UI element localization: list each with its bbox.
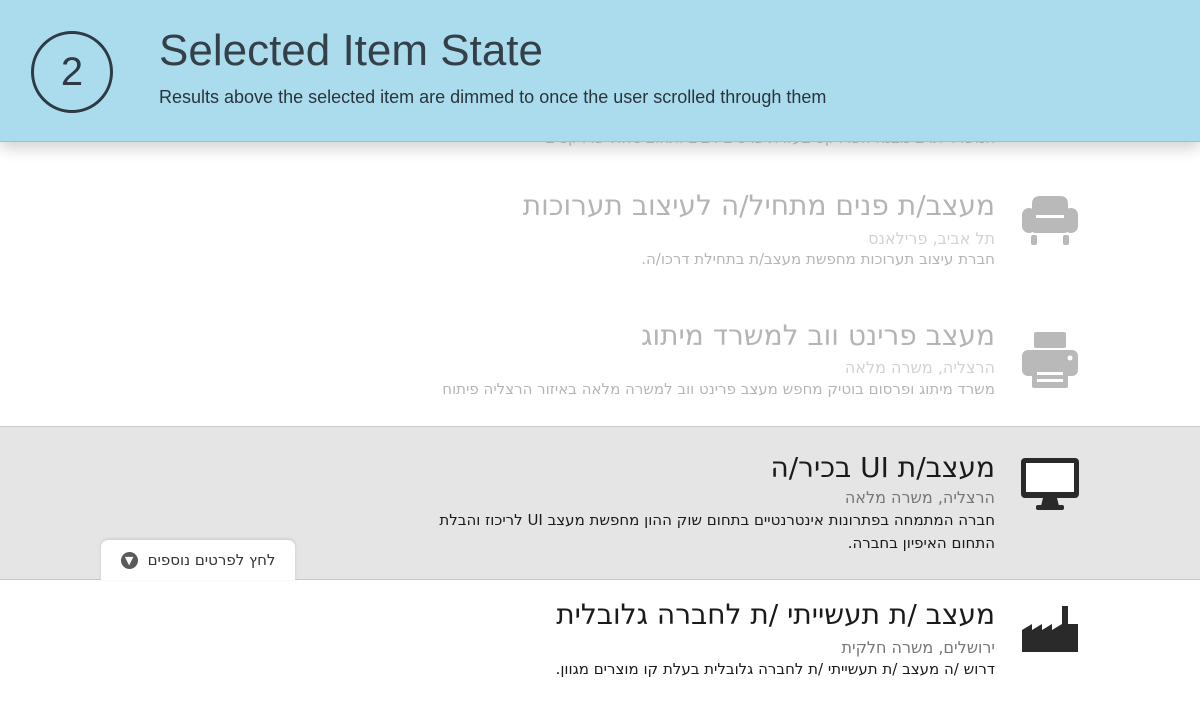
job-title[interactable]: מעצב/ת פנים מתחיל/ה לעיצוב תערוכות [523,189,995,222]
job-description-line: חברה המתמחה בפתרונות אינטרנטיים בתחום שו… [439,511,995,529]
job-description: משרד מיתוג ופרסום בוטיק מחפש מעצב פרינט … [442,380,995,398]
step-header: 2 Selected Item State Results above the … [0,0,1200,142]
job-location: הרצליה, משרה מלאה [844,488,995,507]
job-location: ירושלים, משרה חלקית [841,638,995,657]
list-item[interactable]: מעצב /ת תעשייתי /ת לחברה גלובלית ירושלים… [0,580,1200,718]
job-description-line: התחום האיפיון בחברה. [847,534,995,552]
page-title: Selected Item State [159,26,543,75]
job-description: דרוש /ה מעצב /ת תעשייתי /ת לחברה גלובלית… [555,660,995,678]
job-title[interactable]: מעצב פרינט ווב למשרד מיתוג [641,319,995,352]
more-details-button[interactable]: לחץ לפרטים נוספים ▼ [101,540,295,580]
page-subtitle: Results above the selected item are dimm… [159,87,827,107]
list-item[interactable]: מעצב/ת פנים מתחיל/ה לעיצוב תערוכות תל אב… [0,160,1200,275]
printer-icon [1018,328,1082,392]
job-location: תל אביב, פרילאנס [868,229,995,248]
monitor-icon [1018,451,1082,515]
more-details-label: לחץ לפרטים נוספים [147,551,276,569]
job-title[interactable]: מעצב /ת תעשייתי /ת לחברה גלובלית [556,598,995,631]
job-title[interactable]: מעצב/ת UI בכיר/ה [770,451,995,484]
armchair-icon [1018,188,1082,252]
step-number: 2 [60,49,84,94]
job-location: הרצליה, משרה מלאה [844,358,995,377]
list-item[interactable]: מעצב פרינט ווב למשרד מיתוג הרצליה, משרה … [0,290,1200,420]
factory-icon [1018,600,1082,664]
step-number-badge: 2 [31,31,113,113]
arrow-down-circle-icon: ▼ [120,551,138,569]
job-description: חברת עיצוב תערוכות מחפשת מעצב/ת בתחילת ד… [641,250,995,268]
